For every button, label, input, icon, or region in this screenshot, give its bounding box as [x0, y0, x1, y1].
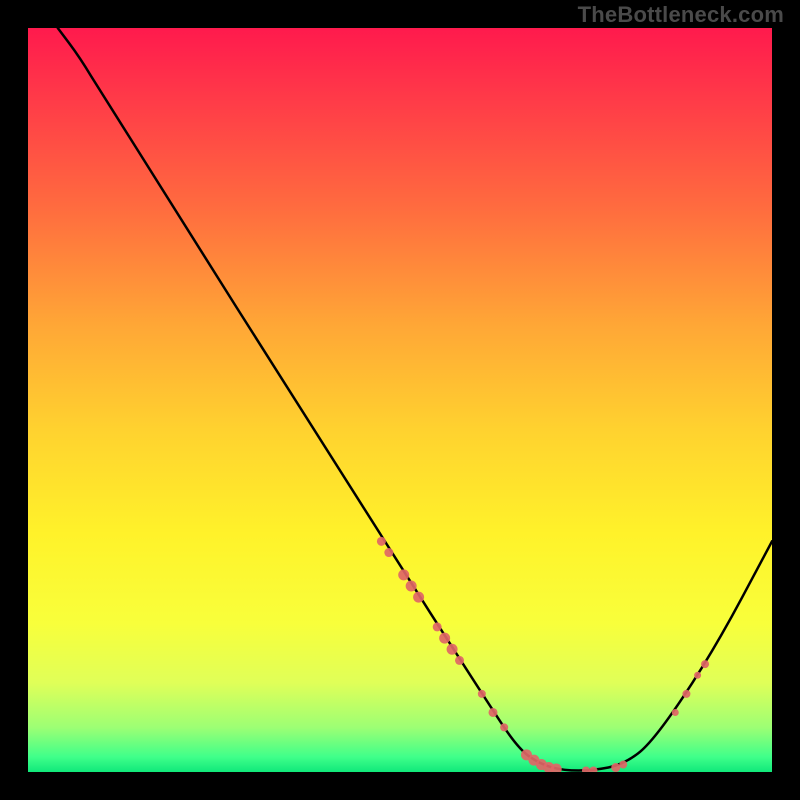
data-marker	[455, 656, 464, 665]
data-marker	[694, 672, 701, 679]
data-marker	[489, 708, 498, 717]
data-marker	[478, 690, 486, 698]
data-marker	[701, 660, 709, 668]
data-marker	[682, 690, 690, 698]
data-marker	[500, 723, 508, 731]
data-marker	[398, 569, 409, 580]
data-marker	[377, 537, 386, 546]
curve-markers	[377, 537, 709, 772]
curve-line	[58, 28, 772, 771]
watermark-text: TheBottleneck.com	[578, 2, 784, 28]
data-marker	[413, 592, 424, 603]
data-marker	[582, 767, 590, 772]
data-marker	[433, 622, 442, 631]
data-marker	[439, 633, 450, 644]
plot-wrap	[28, 28, 772, 772]
chart-frame: TheBottleneck.com	[0, 0, 800, 800]
data-marker	[611, 763, 620, 772]
data-marker	[589, 767, 597, 772]
plot-svg	[28, 28, 772, 772]
data-marker	[384, 548, 393, 557]
data-marker	[447, 644, 458, 655]
bottleneck-curve	[58, 28, 772, 771]
data-marker	[672, 709, 679, 716]
data-marker	[406, 581, 417, 592]
data-marker	[619, 761, 627, 769]
